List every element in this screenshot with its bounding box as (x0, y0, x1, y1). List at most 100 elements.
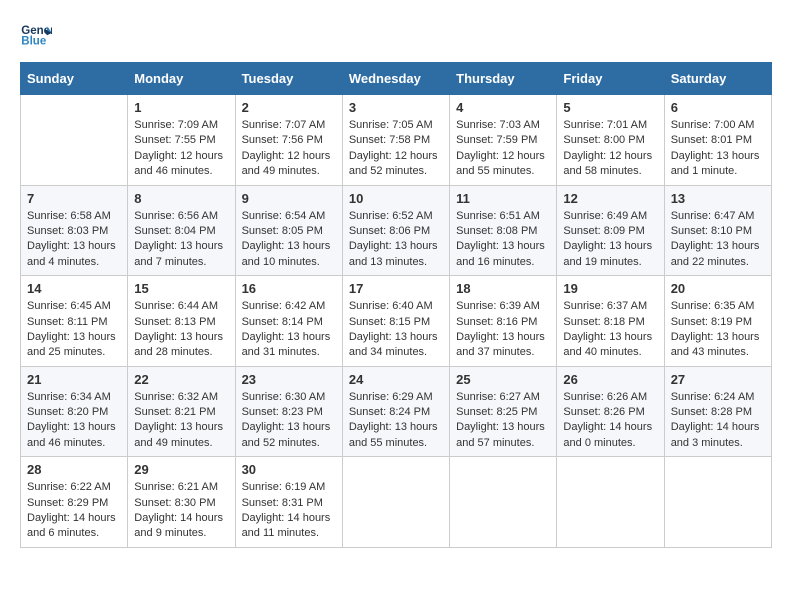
calendar-cell: 26Sunrise: 6:26 AM Sunset: 8:26 PM Dayli… (557, 366, 664, 457)
cell-content: Sunrise: 7:03 AM Sunset: 7:59 PM Dayligh… (456, 118, 550, 180)
calendar-cell: 11 Sunrise: 6:51 AM Sunset: 8:08 PM Dayli… (450, 185, 557, 276)
calendar-cell: 27 Sunrise: 6:24 AM Sunset: 8:28 PM Dayli… (664, 366, 771, 457)
header-row: SundayMondayTuesdayWednesdayThursdayFrid… (21, 63, 772, 95)
calendar-cell: 10Sunrise: 6:52 AM Sunset: 8:06 PM Dayli… (342, 185, 449, 276)
calendar-cell: 13 Sunrise: 6:47 AM Sunset: 8:10 PM Dayli… (664, 185, 771, 276)
cell-content: Sunrise: 6:21 AM Sunset: 8:30 PM Dayligh… (134, 480, 228, 542)
calendar-cell: 9 Sunrise: 6:54 AM Sunset: 8:05 PM Daylig… (235, 185, 342, 276)
day-number: 15 (134, 281, 228, 296)
day-number: 13 (671, 191, 765, 206)
day-number: 2 (242, 100, 336, 115)
day-number: 26 (563, 372, 657, 387)
calendar-cell (664, 457, 771, 548)
calendar-cell: 6 Sunrise: 7:00 AM Sunset: 8:01 PM Daylig… (664, 95, 771, 186)
day-number: 21 (27, 372, 121, 387)
day-number: 27 (671, 372, 765, 387)
day-number: 25 (456, 372, 550, 387)
calendar-cell: 8 Sunrise: 6:56 AM Sunset: 8:04 PM Daylig… (128, 185, 235, 276)
day-number: 19 (563, 281, 657, 296)
day-number: 12 (563, 191, 657, 206)
calendar-cell: 4 Sunrise: 7:03 AM Sunset: 7:59 PM Daylig… (450, 95, 557, 186)
day-number: 3 (349, 100, 443, 115)
day-number: 16 (242, 281, 336, 296)
calendar-cell: 14Sunrise: 6:45 AM Sunset: 8:11 PM Dayli… (21, 276, 128, 367)
cell-content: Sunrise: 6:58 AM Sunset: 8:03 PM Dayligh… (27, 209, 121, 271)
cell-content: Sunrise: 7:07 AM Sunset: 7:56 PM Dayligh… (242, 118, 336, 180)
day-number: 10 (349, 191, 443, 206)
calendar-cell: 20Sunrise: 6:35 AM Sunset: 8:19 PM Dayli… (664, 276, 771, 367)
cell-content: Sunrise: 6:29 AM Sunset: 8:24 PM Dayligh… (349, 390, 443, 452)
cell-content: Sunrise: 6:19 AM Sunset: 8:31 PM Dayligh… (242, 480, 336, 542)
header-cell-monday: Monday (128, 63, 235, 95)
header-cell-thursday: Thursday (450, 63, 557, 95)
cell-content: Sunrise: 6:44 AM Sunset: 8:13 PM Dayligh… (134, 299, 228, 361)
week-row-1: 1 Sunrise: 7:09 AM Sunset: 7:55 PM Daylig… (21, 95, 772, 186)
day-number: 1 (134, 100, 228, 115)
week-row-3: 14Sunrise: 6:45 AM Sunset: 8:11 PM Dayli… (21, 276, 772, 367)
day-number: 11 (456, 191, 550, 206)
day-number: 18 (456, 281, 550, 296)
calendar-cell: 24 Sunrise: 6:29 AM Sunset: 8:24 PM Dayli… (342, 366, 449, 457)
header-cell-wednesday: Wednesday (342, 63, 449, 95)
calendar-table: SundayMondayTuesdayWednesdayThursdayFrid… (20, 62, 772, 548)
cell-content: Sunrise: 7:05 AM Sunset: 7:58 PM Dayligh… (349, 118, 443, 180)
svg-text:Blue: Blue (21, 35, 47, 47)
day-number: 9 (242, 191, 336, 206)
cell-content: Sunrise: 6:49 AM Sunset: 8:09 PM Dayligh… (563, 209, 657, 271)
cell-content: Sunrise: 6:54 AM Sunset: 8:05 PM Dayligh… (242, 209, 336, 271)
calendar-cell: 23 Sunrise: 6:30 AM Sunset: 8:23 PM Dayli… (235, 366, 342, 457)
calendar-cell: 18Sunrise: 6:39 AM Sunset: 8:16 PM Dayli… (450, 276, 557, 367)
day-number: 5 (563, 100, 657, 115)
cell-content: Sunrise: 6:51 AM Sunset: 8:08 PM Dayligh… (456, 209, 550, 271)
day-number: 6 (671, 100, 765, 115)
calendar-cell: 5 Sunrise: 7:01 AM Sunset: 8:00 PM Daylig… (557, 95, 664, 186)
calendar-cell (557, 457, 664, 548)
header-cell-sunday: Sunday (21, 63, 128, 95)
calendar-cell: 2 Sunrise: 7:07 AM Sunset: 7:56 PM Daylig… (235, 95, 342, 186)
header-cell-friday: Friday (557, 63, 664, 95)
day-number: 8 (134, 191, 228, 206)
calendar-cell: 21 Sunrise: 6:34 AM Sunset: 8:20 PM Dayli… (21, 366, 128, 457)
calendar-cell: 28 Sunrise: 6:22 AM Sunset: 8:29 PM Dayli… (21, 457, 128, 548)
day-number: 23 (242, 372, 336, 387)
calendar-cell: 15 Sunrise: 6:44 AM Sunset: 8:13 PM Dayli… (128, 276, 235, 367)
calendar-cell (450, 457, 557, 548)
calendar-cell: 29 Sunrise: 6:21 AM Sunset: 8:30 PM Dayli… (128, 457, 235, 548)
cell-content: Sunrise: 7:01 AM Sunset: 8:00 PM Dayligh… (563, 118, 657, 180)
day-number: 30 (242, 462, 336, 477)
calendar-cell: 30 Sunrise: 6:19 AM Sunset: 8:31 PM Dayli… (235, 457, 342, 548)
day-number: 22 (134, 372, 228, 387)
day-number: 28 (27, 462, 121, 477)
cell-content: Sunrise: 6:34 AM Sunset: 8:20 PM Dayligh… (27, 390, 121, 452)
day-number: 29 (134, 462, 228, 477)
cell-content: Sunrise: 6:42 AM Sunset: 8:14 PM Dayligh… (242, 299, 336, 361)
cell-content: Sunrise: 6:40 AM Sunset: 8:15 PM Dayligh… (349, 299, 443, 361)
week-row-4: 21 Sunrise: 6:34 AM Sunset: 8:20 PM Dayli… (21, 366, 772, 457)
cell-content: Sunrise: 6:47 AM Sunset: 8:10 PM Dayligh… (671, 209, 765, 271)
calendar-cell: 3 Sunrise: 7:05 AM Sunset: 7:58 PM Daylig… (342, 95, 449, 186)
header-cell-tuesday: Tuesday (235, 63, 342, 95)
day-number: 7 (27, 191, 121, 206)
calendar-cell: 17 Sunrise: 6:40 AM Sunset: 8:15 PM Dayli… (342, 276, 449, 367)
header-cell-saturday: Saturday (664, 63, 771, 95)
cell-content: Sunrise: 6:30 AM Sunset: 8:23 PM Dayligh… (242, 390, 336, 452)
cell-content: Sunrise: 6:37 AM Sunset: 8:18 PM Dayligh… (563, 299, 657, 361)
cell-content: Sunrise: 6:22 AM Sunset: 8:29 PM Dayligh… (27, 480, 121, 542)
cell-content: Sunrise: 6:24 AM Sunset: 8:28 PM Dayligh… (671, 390, 765, 452)
calendar-cell: 1 Sunrise: 7:09 AM Sunset: 7:55 PM Daylig… (128, 95, 235, 186)
logo: General Blue (20, 20, 56, 52)
cell-content: Sunrise: 7:00 AM Sunset: 8:01 PM Dayligh… (671, 118, 765, 180)
calendar-cell: 16 Sunrise: 6:42 AM Sunset: 8:14 PM Dayli… (235, 276, 342, 367)
cell-content: Sunrise: 6:56 AM Sunset: 8:04 PM Dayligh… (134, 209, 228, 271)
calendar-cell: 7 Sunrise: 6:58 AM Sunset: 8:03 PM Daylig… (21, 185, 128, 276)
day-number: 24 (349, 372, 443, 387)
day-number: 20 (671, 281, 765, 296)
calendar-cell: 25Sunrise: 6:27 AM Sunset: 8:25 PM Dayli… (450, 366, 557, 457)
week-row-2: 7 Sunrise: 6:58 AM Sunset: 8:03 PM Daylig… (21, 185, 772, 276)
cell-content: Sunrise: 6:32 AM Sunset: 8:21 PM Dayligh… (134, 390, 228, 452)
day-number: 14 (27, 281, 121, 296)
cell-content: Sunrise: 7:09 AM Sunset: 7:55 PM Dayligh… (134, 118, 228, 180)
logo-icon: General Blue (20, 20, 52, 52)
day-number: 17 (349, 281, 443, 296)
day-number: 4 (456, 100, 550, 115)
